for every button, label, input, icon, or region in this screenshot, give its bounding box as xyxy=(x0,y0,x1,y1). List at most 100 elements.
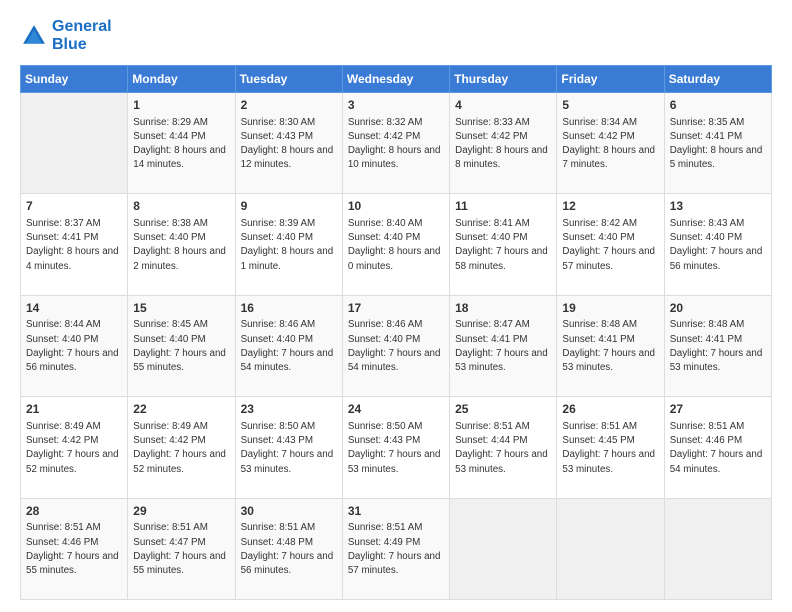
day-number: 23 xyxy=(241,401,337,418)
cell-info: Sunrise: 8:34 AMSunset: 4:42 PMDaylight:… xyxy=(562,116,658,173)
calendar-cell: 22 Sunrise: 8:49 AMSunset: 4:42 PMDayligh… xyxy=(128,397,235,498)
day-number: 3 xyxy=(348,97,444,114)
calendar-cell: 4 Sunrise: 8:33 AMSunset: 4:42 PMDaylight… xyxy=(450,92,557,193)
cell-info: Sunrise: 8:47 AMSunset: 4:41 PMDaylight:… xyxy=(455,318,551,375)
calendar-cell: 20Sunrise: 8:48 AMSunset: 4:41 PMDayligh… xyxy=(664,295,771,396)
day-number: 28 xyxy=(26,503,122,520)
day-number: 11 xyxy=(455,198,551,215)
day-number: 17 xyxy=(348,300,444,317)
cell-info: Sunrise: 8:46 AMSunset: 4:40 PMDaylight:… xyxy=(348,318,444,375)
calendar-cell: 27 Sunrise: 8:51 AMSunset: 4:46 PMDayligh… xyxy=(664,397,771,498)
cell-info: Sunrise: 8:48 AMSunset: 4:41 PMDaylight:… xyxy=(670,318,766,375)
cell-info: Sunrise: 8:39 AMSunset: 4:40 PMDaylight:… xyxy=(241,217,337,274)
cell-info: Sunrise: 8:37 AMSunset: 4:41 PMDaylight:… xyxy=(26,217,122,274)
calendar-cell: 26 Sunrise: 8:51 AMSunset: 4:45 PMDayligh… xyxy=(557,397,664,498)
calendar-cell: 6 Sunrise: 8:35 AMSunset: 4:41 PMDaylight… xyxy=(664,92,771,193)
day-number: 6 xyxy=(670,97,766,114)
calendar-week-row: 14Sunrise: 8:44 AMSunset: 4:40 PMDayligh… xyxy=(21,295,772,396)
calendar-cell: 17Sunrise: 8:46 AMSunset: 4:40 PMDayligh… xyxy=(342,295,449,396)
cell-info: Sunrise: 8:30 AMSunset: 4:43 PMDaylight:… xyxy=(241,116,337,173)
calendar-cell: 16Sunrise: 8:46 AMSunset: 4:40 PMDayligh… xyxy=(235,295,342,396)
calendar-cell: 10Sunrise: 8:40 AMSunset: 4:40 PMDayligh… xyxy=(342,194,449,295)
cell-info: Sunrise: 8:41 AMSunset: 4:40 PMDaylight:… xyxy=(455,217,551,274)
cell-info: Sunrise: 8:51 AMSunset: 4:45 PMDaylight:… xyxy=(562,420,658,477)
logo: General Blue xyxy=(20,18,112,55)
day-number: 12 xyxy=(562,198,658,215)
day-number: 30 xyxy=(241,503,337,520)
cell-info: Sunrise: 8:44 AMSunset: 4:40 PMDaylight:… xyxy=(26,318,122,375)
day-number: 2 xyxy=(241,97,337,114)
calendar-week-row: 21Sunrise: 8:49 AMSunset: 4:42 PMDayligh… xyxy=(21,397,772,498)
day-number: 24 xyxy=(348,401,444,418)
day-number: 10 xyxy=(348,198,444,215)
calendar-cell xyxy=(664,498,771,599)
day-number: 26 xyxy=(562,401,658,418)
calendar-cell: 31Sunrise: 8:51 AMSunset: 4:49 PMDayligh… xyxy=(342,498,449,599)
day-number: 4 xyxy=(455,97,551,114)
cell-info: Sunrise: 8:45 AMSunset: 4:40 PMDaylight:… xyxy=(133,318,229,375)
cell-info: Sunrise: 8:50 AMSunset: 4:43 PMDaylight:… xyxy=(241,420,337,477)
day-number: 20 xyxy=(670,300,766,317)
calendar-cell: 1Sunrise: 8:29 AMSunset: 4:44 PMDaylight… xyxy=(128,92,235,193)
day-number: 13 xyxy=(670,198,766,215)
cell-info: Sunrise: 8:49 AMSunset: 4:42 PMDaylight:… xyxy=(26,420,122,477)
day-number: 27 xyxy=(670,401,766,418)
cell-info: Sunrise: 8:43 AMSunset: 4:40 PMDaylight:… xyxy=(670,217,766,274)
cell-info: Sunrise: 8:49 AMSunset: 4:42 PMDaylight:… xyxy=(133,420,229,477)
calendar-table: SundayMondayTuesdayWednesdayThursdayFrid… xyxy=(20,65,772,600)
calendar-cell: 21Sunrise: 8:49 AMSunset: 4:42 PMDayligh… xyxy=(21,397,128,498)
header: General Blue xyxy=(20,18,772,55)
calendar-cell: 19Sunrise: 8:48 AMSunset: 4:41 PMDayligh… xyxy=(557,295,664,396)
calendar-week-row: 28Sunrise: 8:51 AMSunset: 4:46 PMDayligh… xyxy=(21,498,772,599)
day-number: 31 xyxy=(348,503,444,520)
calendar-cell: 12 Sunrise: 8:42 AMSunset: 4:40 PMDayligh… xyxy=(557,194,664,295)
day-number: 22 xyxy=(133,401,229,418)
day-number: 25 xyxy=(455,401,551,418)
calendar-cell: 15Sunrise: 8:45 AMSunset: 4:40 PMDayligh… xyxy=(128,295,235,396)
day-header-thursday: Thursday xyxy=(450,65,557,92)
calendar-cell xyxy=(450,498,557,599)
cell-info: Sunrise: 8:32 AMSunset: 4:42 PMDaylight:… xyxy=(348,116,444,173)
calendar-week-row: 1Sunrise: 8:29 AMSunset: 4:44 PMDaylight… xyxy=(21,92,772,193)
calendar-cell: 8 Sunrise: 8:38 AMSunset: 4:40 PMDaylight… xyxy=(128,194,235,295)
calendar-cell: 9 Sunrise: 8:39 AMSunset: 4:40 PMDaylight… xyxy=(235,194,342,295)
cell-info: Sunrise: 8:42 AMSunset: 4:40 PMDaylight:… xyxy=(562,217,658,274)
calendar-cell xyxy=(557,498,664,599)
cell-info: Sunrise: 8:46 AMSunset: 4:40 PMDaylight:… xyxy=(241,318,337,375)
day-number: 16 xyxy=(241,300,337,317)
day-header-friday: Friday xyxy=(557,65,664,92)
cell-info: Sunrise: 8:33 AMSunset: 4:42 PMDaylight:… xyxy=(455,116,551,173)
calendar-cell: 3 Sunrise: 8:32 AMSunset: 4:42 PMDaylight… xyxy=(342,92,449,193)
calendar-cell: 13 Sunrise: 8:43 AMSunset: 4:40 PMDayligh… xyxy=(664,194,771,295)
day-number: 9 xyxy=(241,198,337,215)
calendar-cell: 2 Sunrise: 8:30 AMSunset: 4:43 PMDaylight… xyxy=(235,92,342,193)
calendar-cell: 29Sunrise: 8:51 AMSunset: 4:47 PMDayligh… xyxy=(128,498,235,599)
cell-info: Sunrise: 8:35 AMSunset: 4:41 PMDaylight:… xyxy=(670,116,766,173)
day-header-saturday: Saturday xyxy=(664,65,771,92)
cell-info: Sunrise: 8:51 AMSunset: 4:46 PMDaylight:… xyxy=(670,420,766,477)
day-header-sunday: Sunday xyxy=(21,65,128,92)
day-header-tuesday: Tuesday xyxy=(235,65,342,92)
day-number: 14 xyxy=(26,300,122,317)
calendar-cell: 7 Sunrise: 8:37 AMSunset: 4:41 PMDaylight… xyxy=(21,194,128,295)
day-number: 5 xyxy=(562,97,658,114)
day-number: 18 xyxy=(455,300,551,317)
calendar-header-row: SundayMondayTuesdayWednesdayThursdayFrid… xyxy=(21,65,772,92)
day-number: 7 xyxy=(26,198,122,215)
cell-info: Sunrise: 8:29 AMSunset: 4:44 PMDaylight:… xyxy=(133,116,229,173)
logo-icon xyxy=(20,22,48,50)
cell-info: Sunrise: 8:48 AMSunset: 4:41 PMDaylight:… xyxy=(562,318,658,375)
calendar-cell: 18Sunrise: 8:47 AMSunset: 4:41 PMDayligh… xyxy=(450,295,557,396)
calendar-page: General Blue SundayMondayTuesdayWednesda… xyxy=(0,0,792,612)
cell-info: Sunrise: 8:51 AMSunset: 4:44 PMDaylight:… xyxy=(455,420,551,477)
calendar-cell: 30Sunrise: 8:51 AMSunset: 4:48 PMDayligh… xyxy=(235,498,342,599)
calendar-cell: 23 Sunrise: 8:50 AMSunset: 4:43 PMDayligh… xyxy=(235,397,342,498)
cell-info: Sunrise: 8:38 AMSunset: 4:40 PMDaylight:… xyxy=(133,217,229,274)
day-number: 15 xyxy=(133,300,229,317)
day-number: 8 xyxy=(133,198,229,215)
day-number: 19 xyxy=(562,300,658,317)
cell-info: Sunrise: 8:51 AMSunset: 4:46 PMDaylight:… xyxy=(26,521,122,578)
calendar-cell: 24Sunrise: 8:50 AMSunset: 4:43 PMDayligh… xyxy=(342,397,449,498)
day-header-wednesday: Wednesday xyxy=(342,65,449,92)
calendar-week-row: 7 Sunrise: 8:37 AMSunset: 4:41 PMDaylight… xyxy=(21,194,772,295)
